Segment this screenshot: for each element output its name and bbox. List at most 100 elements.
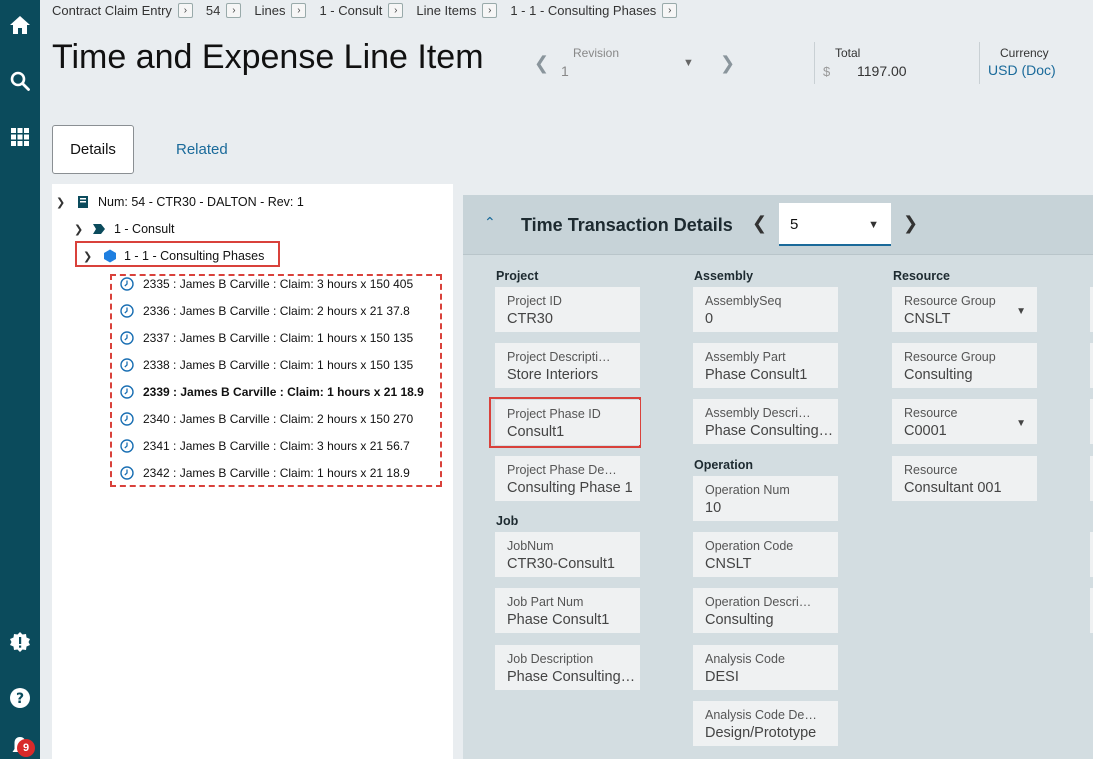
project-phase-description-field[interactable]: Project Phase De… Consulting Phase 1 xyxy=(495,456,640,501)
analysis-code-field[interactable]: Analysis Code DESI xyxy=(693,645,838,690)
operation-code-field[interactable]: Operation Code CNSLT xyxy=(693,532,838,577)
operation-description-field[interactable]: Operation Descri… Consulting xyxy=(693,588,838,633)
transaction-label: 2335 : James B Carville : Claim: 3 hours… xyxy=(143,277,414,291)
breadcrumb-item[interactable]: Contract Claim Entry › xyxy=(52,2,193,18)
revision-value[interactable]: 1 xyxy=(561,63,569,79)
tree-transaction-item[interactable]: 2341 : James B Carville : Claim: 3 hours… xyxy=(120,439,410,453)
total-currency-symbol: $ xyxy=(823,64,831,79)
job-num-field[interactable]: JobNum CTR30-Consult1 xyxy=(495,532,640,577)
currency-label: Currency xyxy=(1000,46,1049,60)
section-job: Job xyxy=(496,514,519,528)
resource-select[interactable]: Resource C0001 ▼ xyxy=(892,399,1037,444)
transaction-selector-value: 5 xyxy=(790,216,799,233)
transaction-selector[interactable]: 5 ▼ xyxy=(779,203,891,246)
currency-link[interactable]: USD (Doc) xyxy=(988,62,1056,78)
tab-related[interactable]: Related xyxy=(176,141,228,158)
project-phase-id-field[interactable]: Project Phase ID Consult1 xyxy=(495,400,640,445)
breadcrumb-item[interactable]: 1 - 1 - Consulting Phases › xyxy=(510,2,678,18)
job-description-field[interactable]: Job Description Phase Consulting … xyxy=(495,645,640,690)
transaction-label: 2340 : James B Carville : Claim: 2 hours… xyxy=(143,412,414,426)
assembly-description-field[interactable]: Assembly Descri… Phase Consulting … xyxy=(693,399,838,444)
project-id-field[interactable]: Project ID CTR30 xyxy=(495,287,640,332)
chevron-down-icon[interactable]: ❯ xyxy=(74,223,88,236)
revision-dropdown-icon[interactable]: ▼ xyxy=(683,57,694,69)
tree-transaction-item[interactable]: 2338 : James B Carville : Claim: 1 hours… xyxy=(120,358,413,372)
tree-transaction-item[interactable]: 2339 : James B Carville : Claim: 1 hours… xyxy=(120,385,424,399)
chevron-down-icon[interactable]: ▼ xyxy=(1016,306,1026,317)
chevron-right-icon[interactable]: › xyxy=(226,2,242,18)
help-icon[interactable]: ? xyxy=(0,678,40,718)
phase-hexagon-icon xyxy=(104,249,116,263)
revision-next-button[interactable]: ❯ xyxy=(720,53,735,74)
operation-num-field[interactable]: Operation Num 10 xyxy=(693,476,838,521)
tree-transaction-item[interactable]: 2340 : James B Carville : Claim: 2 hours… xyxy=(120,412,413,426)
tree-transaction-item[interactable]: 2336 : James B Carville : Claim: 2 hours… xyxy=(120,304,410,318)
analysis-code-description-field[interactable]: Analysis Code De… Design/Prototype xyxy=(693,701,838,746)
navigation-rail: ? 9 xyxy=(0,0,40,759)
chevron-up-icon[interactable]: ⌃ xyxy=(484,214,496,231)
transaction-label: 2341 : James B Carville : Claim: 3 hours… xyxy=(143,439,410,453)
tree-line-item-node[interactable]: ❯ 1 - 1 - Consulting Phases xyxy=(83,249,264,263)
line-tag-icon xyxy=(93,224,105,234)
chevron-down-icon[interactable]: ▼ xyxy=(868,219,879,231)
divider xyxy=(979,42,980,84)
notification-count-badge: 9 xyxy=(17,739,35,757)
transaction-label: 2337 : James B Carville : Claim: 1 hours… xyxy=(143,331,414,345)
tree-transaction-item[interactable]: 2342 : James B Carville : Claim: 1 hours… xyxy=(120,466,410,480)
chevron-right-icon[interactable]: › xyxy=(177,2,193,18)
section-project: Project xyxy=(496,269,539,283)
svg-text:?: ? xyxy=(16,691,24,707)
clock-icon xyxy=(120,412,134,426)
tree-view: ❯ Num: 54 - CTR30 - DALTON - Rev: 1 ❯ 1 … xyxy=(52,184,453,759)
chevron-left-icon[interactable]: ❮ xyxy=(752,213,767,234)
time-transaction-details-panel: ⌃ Time Transaction Details ❮ 5 ▼ ❯ Proje… xyxy=(463,195,1093,759)
breadcrumb-item[interactable]: Lines › xyxy=(254,2,307,18)
chevron-down-icon[interactable]: ❯ xyxy=(83,250,97,263)
tree-transaction-item[interactable]: 2337 : James B Carville : Claim: 1 hours… xyxy=(120,331,413,345)
divider xyxy=(814,42,815,84)
breadcrumb-item[interactable]: Line Items › xyxy=(416,2,498,18)
tree-transaction-item[interactable]: 2335 : James B Carville : Claim: 3 hours… xyxy=(120,277,413,291)
job-part-num-field[interactable]: Job Part Num Phase Consult1 xyxy=(495,588,640,633)
search-icon[interactable] xyxy=(0,61,40,101)
chevron-down-icon[interactable]: ❯ xyxy=(56,196,70,209)
resource-group-select[interactable]: Resource Group CNSLT ▼ xyxy=(892,287,1037,332)
tree-root-node[interactable]: ❯ Num: 54 - CTR30 - DALTON - Rev: 1 xyxy=(56,195,304,209)
chevron-down-icon[interactable]: ▼ xyxy=(1016,418,1026,429)
breadcrumb: Contract Claim Entry › 54 › Lines › 1 - Con… xyxy=(52,1,690,19)
clock-icon xyxy=(120,439,134,453)
home-icon[interactable] xyxy=(0,5,40,45)
chevron-right-icon[interactable]: › xyxy=(662,2,678,18)
resource-group-description-field[interactable]: Resource Group Consulting xyxy=(892,343,1037,388)
revision-prev-button[interactable]: ❮ xyxy=(534,53,549,74)
project-description-field[interactable]: Project Descripti… Store Interiors xyxy=(495,343,640,388)
clock-icon xyxy=(120,277,134,291)
assembly-seq-field[interactable]: AssemblySeq 0 xyxy=(693,287,838,332)
transaction-label: 2342 : James B Carville : Claim: 1 hours… xyxy=(143,466,410,480)
chevron-right-icon[interactable]: ❯ xyxy=(903,213,918,234)
tree-line-node[interactable]: ❯ 1 - Consult xyxy=(74,222,174,236)
assembly-part-field[interactable]: Assembly Part Phase Consult1 xyxy=(693,343,838,388)
chevron-right-icon[interactable]: › xyxy=(388,2,404,18)
section-assembly: Assembly xyxy=(694,269,754,283)
clock-icon xyxy=(120,358,134,372)
resource-description-field[interactable]: Resource Consultant 001 xyxy=(892,456,1037,501)
alert-icon[interactable] xyxy=(0,622,40,662)
apps-grid-icon[interactable] xyxy=(0,117,40,157)
clock-icon xyxy=(120,385,134,399)
chevron-right-icon[interactable]: › xyxy=(291,2,307,18)
breadcrumb-item[interactable]: 1 - Consult › xyxy=(319,2,404,18)
transaction-label: 2336 : James B Carville : Claim: 2 hours… xyxy=(143,304,410,318)
transaction-label: 2339 : James B Carville : Claim: 1 hours… xyxy=(143,385,424,399)
breadcrumb-item[interactable]: 54 › xyxy=(206,2,242,18)
clock-icon xyxy=(120,466,134,480)
chevron-right-icon[interactable]: › xyxy=(482,2,498,18)
clock-icon xyxy=(120,331,134,345)
tab-details[interactable]: Details xyxy=(52,125,134,174)
transaction-label: 2338 : James B Carville : Claim: 1 hours… xyxy=(143,358,414,372)
section-resource: Resource xyxy=(893,269,950,283)
panel-title: Time Transaction Details xyxy=(521,215,733,235)
contract-book-icon xyxy=(78,196,88,208)
section-operation: Operation xyxy=(694,458,754,472)
panel-header: ⌃ Time Transaction Details ❮ 5 ▼ ❯ xyxy=(463,195,1093,255)
